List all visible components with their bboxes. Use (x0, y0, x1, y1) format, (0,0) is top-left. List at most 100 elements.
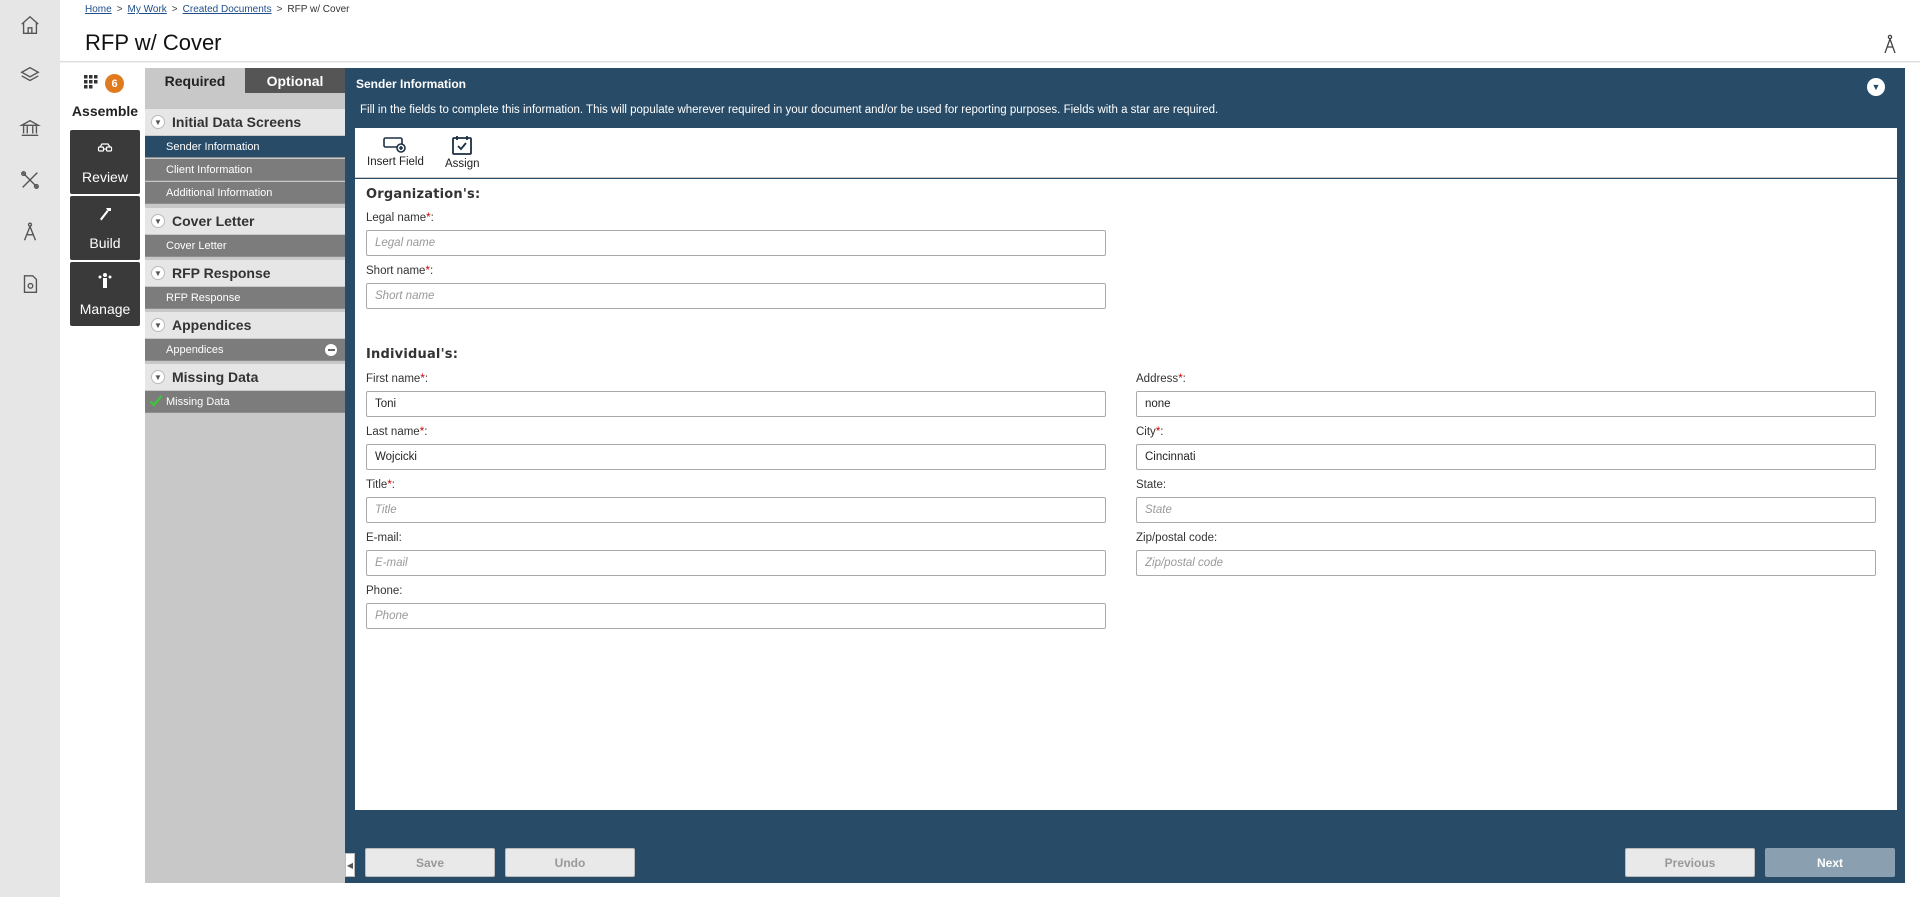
count-badge: 6 (105, 74, 124, 93)
nav-item-additional-information[interactable]: Additional Information (145, 182, 345, 204)
compass-icon[interactable] (18, 220, 42, 244)
section-cover-letter[interactable]: ▼ Cover Letter (145, 208, 345, 234)
phase-manage-label: Manage (79, 301, 131, 317)
undo-button[interactable]: Undo (505, 848, 635, 877)
label-colon: : (391, 479, 395, 491)
next-button[interactable]: Next (1765, 848, 1895, 877)
section-title: Missing Data (172, 369, 259, 385)
nav-panel: Required Optional ▼ Initial Data Screens… (145, 68, 345, 883)
chevron-down-icon: ▼ (151, 266, 165, 280)
chevron-down-icon: ▼ (151, 318, 165, 332)
assign-button[interactable]: Assign (445, 134, 480, 170)
short-name-input[interactable] (366, 283, 1106, 309)
nav-item-sender-information[interactable]: Sender Information (145, 136, 345, 158)
state-label: State: (1136, 479, 1167, 491)
remove-icon[interactable] (325, 344, 337, 356)
section-title: RFP Response (172, 265, 271, 281)
nav-tabs: Required Optional (145, 68, 345, 93)
breadcrumb-my-work[interactable]: My Work (128, 4, 167, 15)
label-colon: : (1160, 426, 1164, 438)
document-settings-icon[interactable] (18, 272, 42, 296)
organization-heading: Organization's: (366, 187, 481, 202)
page-title: RFP w/ Cover (85, 30, 222, 55)
phase-assemble[interactable]: 6 Assemble (70, 68, 140, 128)
section-title: Cover Letter (172, 213, 255, 229)
bank-icon[interactable] (18, 116, 42, 140)
title-label-text: Title (366, 479, 388, 491)
nav-item-missing-data[interactable]: Missing Data (145, 391, 345, 413)
app-rail (0, 0, 60, 897)
nav-item-label: Appendices (166, 343, 224, 356)
phase-review-button[interactable]: Review (70, 130, 140, 194)
legal-name-input[interactable] (366, 230, 1106, 256)
breadcrumb: Home > My Work > Created Documents > RFP w/ Co… (85, 4, 349, 15)
first-name-label: First name*: (366, 373, 428, 385)
last-name-input[interactable] (366, 444, 1106, 470)
short-name-label: Short name*: (366, 265, 433, 277)
phase-build-label: Build (89, 235, 121, 251)
city-label-text: City (1136, 426, 1156, 438)
breadcrumb-created-documents[interactable]: Created Documents (183, 4, 272, 15)
city-input[interactable] (1136, 444, 1876, 470)
breadcrumb-current: RFP w/ Cover (287, 4, 350, 15)
previous-button[interactable]: Previous (1625, 848, 1755, 877)
hammer-icon (100, 208, 111, 221)
phase-review-label: Review (82, 169, 128, 185)
title-input[interactable] (366, 497, 1106, 523)
chevron-down-icon[interactable]: ▼ (1867, 78, 1885, 96)
phase-assemble-label: Assemble (71, 103, 139, 119)
grid-icon (84, 75, 98, 89)
compass-user-icon[interactable] (1882, 34, 1898, 54)
section-missing-data[interactable]: ▼ Missing Data (145, 364, 345, 390)
section-rfp-response[interactable]: ▼ RFP Response (145, 260, 345, 286)
breadcrumb-home[interactable]: Home (85, 4, 112, 15)
nav-item-cover-letter[interactable]: Cover Letter (145, 235, 345, 257)
short-name-label-text: Short name (366, 265, 426, 277)
checkmark-icon (149, 395, 163, 407)
layers-icon[interactable] (18, 63, 42, 87)
individual-heading: Individual's: (366, 347, 459, 362)
city-label: City*: (1136, 426, 1164, 438)
phone-label: Phone: (366, 585, 403, 597)
tab-optional[interactable]: Optional (245, 68, 345, 93)
calendar-check-icon (452, 136, 473, 155)
section-appendices[interactable]: ▼ Appendices (145, 312, 345, 338)
zip-input[interactable] (1136, 550, 1876, 576)
tools-icon[interactable] (18, 168, 42, 192)
insert-field-button[interactable]: Insert Field (367, 134, 424, 168)
tab-required[interactable]: Required (145, 68, 245, 93)
insert-field-icon (383, 137, 407, 153)
section-initial-data-screens[interactable]: ▼ Initial Data Screens (145, 109, 345, 135)
glasses-icon (97, 143, 113, 152)
label-colon: : (424, 373, 429, 385)
zip-label: Zip/postal code: (1136, 532, 1218, 544)
save-button[interactable]: Save (365, 848, 495, 877)
state-input[interactable] (1136, 497, 1876, 523)
chevron-down-icon: ▼ (151, 370, 165, 384)
phase-manage-button[interactable]: Manage (70, 262, 140, 326)
nav-item-appendices[interactable]: Appendices (145, 339, 345, 361)
label-colon: : (429, 265, 434, 277)
address-input[interactable] (1136, 391, 1876, 417)
phase-build-button[interactable]: Build (70, 196, 140, 260)
home-icon[interactable] (18, 13, 42, 37)
collapse-nav-icon[interactable]: ◀ (345, 853, 355, 877)
sender-form: Organization's: Legal name*: Short name*… (355, 179, 1897, 810)
address-label-text: Address (1136, 373, 1179, 385)
insert-field-label: Insert Field (367, 156, 424, 168)
toolbar: Insert Field Assign (355, 128, 1897, 178)
chevron-down-icon: ▼ (151, 115, 165, 129)
title-label: Title*: (366, 479, 395, 491)
nav-item-rfp-response[interactable]: RFP Response (145, 287, 345, 309)
breadcrumb-separator: > (116, 4, 123, 15)
email-label: E-mail: (366, 532, 402, 544)
section-title: Appendices (172, 317, 252, 333)
breadcrumb-separator: > (171, 4, 178, 15)
people-icon (98, 273, 112, 288)
page-header: Home > My Work > Created Documents > RFP w/ Co… (60, 0, 1920, 62)
phone-input[interactable] (366, 603, 1106, 629)
first-name-input[interactable] (366, 391, 1106, 417)
legal-name-label: Legal name*: (366, 212, 434, 224)
email-input[interactable] (366, 550, 1106, 576)
nav-item-client-information[interactable]: Client Information (145, 159, 345, 181)
